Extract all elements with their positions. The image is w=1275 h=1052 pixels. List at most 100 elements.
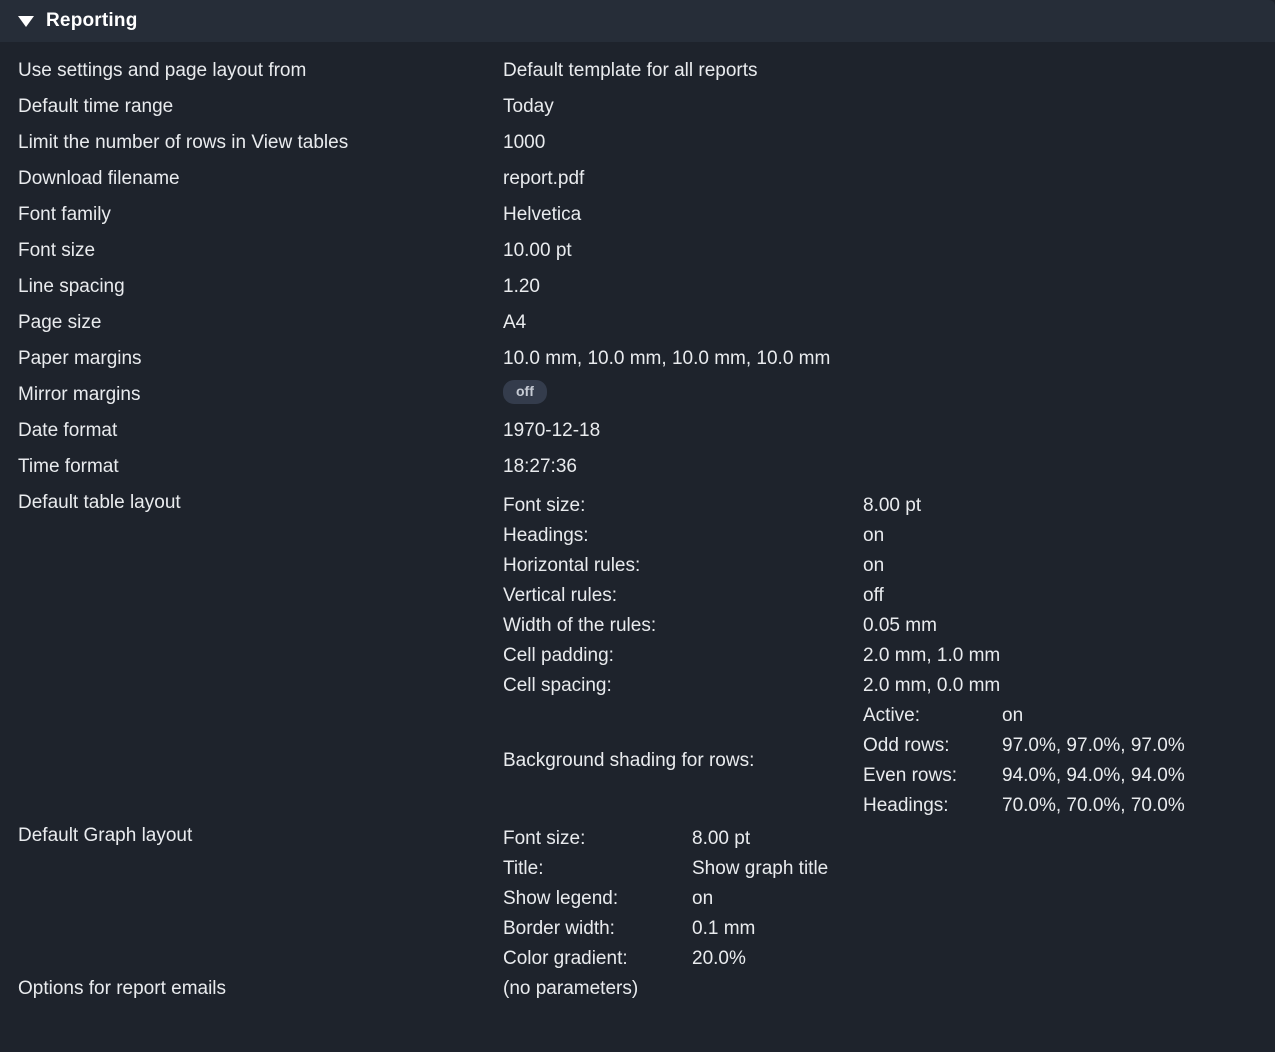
- setting-value-cell: off: [503, 380, 1275, 416]
- table-row: Horizontal rules: on: [503, 551, 1185, 581]
- background-shading-block: Active: on Odd rows: 97.0%, 97.0%, 97.0%: [863, 701, 1185, 821]
- setting-label-cell: Mirror margins: [0, 380, 503, 416]
- sub-setting-value[interactable]: 20.0%: [692, 944, 828, 974]
- dotted-leader: [187, 183, 470, 184]
- setting-label: Download filename: [18, 164, 187, 194]
- setting-label-cell: Font size: [0, 236, 503, 272]
- dotted-leader: [126, 471, 470, 472]
- setting-label-cell: Date format: [0, 416, 503, 452]
- setting-row-use-settings: Use settings and page layout from Defaul…: [0, 56, 1275, 92]
- setting-row-default-table-layout: Default table layout Font size: 8.00 pt: [0, 488, 1275, 821]
- sub-setting-label: Border width:: [503, 914, 692, 944]
- setting-label-cell: Time format: [0, 452, 503, 488]
- setting-row-line-spacing: Line spacing 1.20: [0, 272, 1275, 308]
- setting-label-cell: Page size: [0, 308, 503, 344]
- sub-setting-value[interactable]: 2.0 mm, 0.0 mm: [863, 671, 1185, 701]
- setting-row-report-emails: Options for report emails (no parameters…: [0, 974, 1275, 1010]
- sub-setting-value[interactable]: 2.0 mm, 1.0 mm: [863, 641, 1185, 671]
- page-title: Reporting: [46, 10, 138, 32]
- setting-label: Line spacing: [18, 272, 132, 302]
- setting-value[interactable]: A4: [503, 308, 1275, 344]
- setting-label: Limit the number of rows in View tables: [18, 128, 355, 158]
- setting-label: Mirror margins: [18, 380, 147, 410]
- setting-label: Default Graph layout: [18, 821, 199, 851]
- dotted-leader: [199, 840, 470, 841]
- setting-label: Paper margins: [18, 344, 149, 374]
- table-row: Border width: 0.1 mm: [503, 914, 828, 944]
- setting-value[interactable]: 10.0 mm, 10.0 mm, 10.0 mm, 10.0 mm: [503, 344, 1275, 380]
- setting-value[interactable]: report.pdf: [503, 164, 1275, 200]
- settings-table: Use settings and page layout from Defaul…: [0, 56, 1275, 1010]
- sub-setting-label: Horizontal rules:: [503, 551, 863, 581]
- dotted-leader: [149, 363, 470, 364]
- sub-setting-value[interactable]: 0.05 mm: [863, 611, 1185, 641]
- setting-label-cell: Font family: [0, 200, 503, 236]
- table-layout-subtable: Font size: 8.00 pt Headings: on Horizont…: [503, 491, 1185, 821]
- setting-label: Default time range: [18, 92, 180, 122]
- sub-setting-label: Cell spacing:: [503, 671, 863, 701]
- shading-value[interactable]: 97.0%, 97.0%, 97.0%: [1002, 731, 1185, 761]
- sub-setting-label: Width of the rules:: [503, 611, 863, 641]
- dotted-leader: [147, 399, 470, 400]
- setting-label: Default table layout: [18, 488, 188, 518]
- triangle-down-icon[interactable]: [18, 16, 34, 27]
- setting-value[interactable]: 1.20: [503, 272, 1275, 308]
- setting-label-cell: Limit the number of rows in View tables: [0, 128, 503, 164]
- setting-row-time-format: Time format 18:27:36: [0, 452, 1275, 488]
- setting-value[interactable]: (no parameters): [503, 974, 1275, 1010]
- dotted-leader: [313, 75, 470, 76]
- setting-value[interactable]: 1000: [503, 128, 1275, 164]
- setting-value[interactable]: 1970-12-18: [503, 416, 1275, 452]
- setting-value[interactable]: Default template for all reports: [503, 56, 1275, 92]
- table-row: Cell spacing: 2.0 mm, 0.0 mm: [503, 671, 1185, 701]
- sub-setting-value[interactable]: Show graph title: [692, 854, 828, 884]
- setting-label: Date format: [18, 416, 124, 446]
- sub-setting-label: Title:: [503, 854, 692, 884]
- setting-value[interactable]: Today: [503, 92, 1275, 128]
- shading-value[interactable]: 70.0%, 70.0%, 70.0%: [1002, 791, 1185, 821]
- table-row: Show legend: on: [503, 884, 828, 914]
- setting-value[interactable]: 18:27:36: [503, 452, 1275, 488]
- setting-row-font-family: Font family Helvetica: [0, 200, 1275, 236]
- shading-value[interactable]: 94.0%, 94.0%, 94.0%: [1002, 761, 1185, 791]
- sub-setting-label: Cell padding:: [503, 641, 863, 671]
- setting-row-default-time-range: Default time range Today: [0, 92, 1275, 128]
- setting-row-page-size: Page size A4: [0, 308, 1275, 344]
- setting-row-font-size: Font size 10.00 pt: [0, 236, 1275, 272]
- shading-label: Odd rows:: [863, 731, 1002, 761]
- shading-value[interactable]: on: [1002, 701, 1185, 731]
- setting-label-cell: Paper margins: [0, 344, 503, 380]
- sub-setting-value[interactable]: off: [863, 581, 1185, 611]
- sub-setting-value[interactable]: 0.1 mm: [692, 914, 828, 944]
- sub-setting-value[interactable]: on: [863, 521, 1185, 551]
- table-row-background-shading: Background shading for rows: Active: on: [503, 701, 1185, 821]
- settings-panel-body: Use settings and page layout from Defaul…: [0, 42, 1275, 1010]
- table-row: Cell padding: 2.0 mm, 1.0 mm: [503, 641, 1185, 671]
- sub-setting-label: Font size:: [503, 491, 863, 521]
- setting-label-cell: Default table layout: [0, 488, 503, 821]
- setting-value[interactable]: Helvetica: [503, 200, 1275, 236]
- table-row: Even rows: 94.0%, 94.0%, 94.0%: [863, 761, 1185, 791]
- setting-row-download-filename: Download filename report.pdf: [0, 164, 1275, 200]
- panel-header[interactable]: Reporting: [0, 0, 1275, 42]
- table-row: Headings: 70.0%, 70.0%, 70.0%: [863, 791, 1185, 821]
- setting-label: Time format: [18, 452, 126, 482]
- table-row: Active: on: [863, 701, 1185, 731]
- background-shading-subtable: Active: on Odd rows: 97.0%, 97.0%, 97.0%: [863, 701, 1185, 821]
- sub-setting-value[interactable]: 8.00 pt: [863, 491, 1185, 521]
- status-badge[interactable]: off: [503, 380, 547, 404]
- sub-setting-value[interactable]: on: [863, 551, 1185, 581]
- sub-setting-label: Headings:: [503, 521, 863, 551]
- dotted-leader: [355, 147, 470, 148]
- sub-setting-value[interactable]: 8.00 pt: [692, 824, 828, 854]
- setting-row-date-format: Date format 1970-12-18: [0, 416, 1275, 452]
- dotted-leader: [102, 255, 470, 256]
- setting-row-limit-rows: Limit the number of rows in View tables …: [0, 128, 1275, 164]
- setting-label-cell: Download filename: [0, 164, 503, 200]
- background-shading-label: Background shading for rows:: [503, 701, 863, 821]
- dotted-leader: [233, 993, 470, 994]
- setting-row-paper-margins: Paper margins 10.0 mm, 10.0 mm, 10.0 mm,…: [0, 344, 1275, 380]
- sub-setting-value[interactable]: on: [692, 884, 828, 914]
- setting-label: Page size: [18, 308, 108, 338]
- setting-value[interactable]: 10.00 pt: [503, 236, 1275, 272]
